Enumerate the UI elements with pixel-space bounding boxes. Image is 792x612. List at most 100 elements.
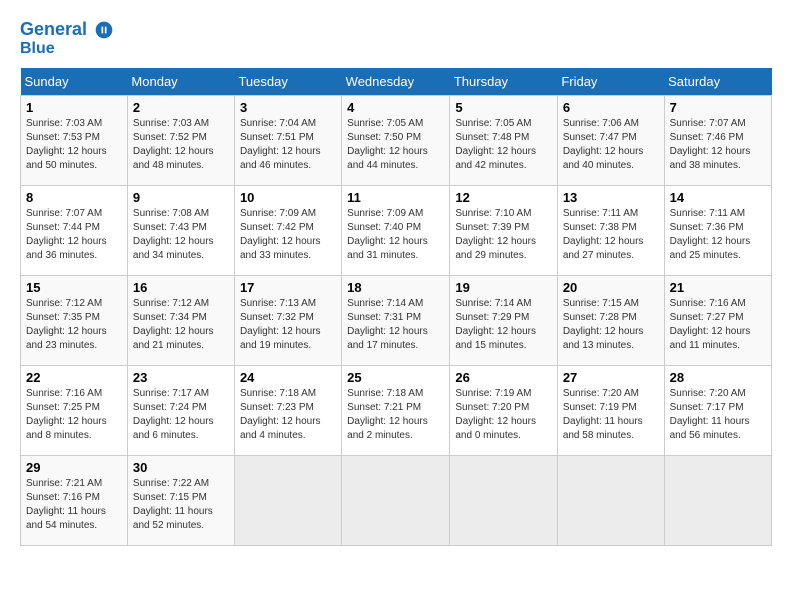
calendar-day-cell: 8 Sunrise: 7:07 AM Sunset: 7:44 PM Dayli… [21, 186, 128, 276]
calendar-day-cell: 15 Sunrise: 7:12 AM Sunset: 7:35 PM Dayl… [21, 276, 128, 366]
day-info: Sunrise: 7:09 AM Sunset: 7:42 PM Dayligh… [240, 207, 336, 263]
day-number: 4 [347, 100, 444, 115]
day-number: 7 [670, 100, 766, 115]
day-info: Sunrise: 7:06 AM Sunset: 7:47 PM Dayligh… [563, 117, 659, 173]
day-number: 15 [26, 280, 122, 295]
day-number: 21 [670, 280, 766, 295]
day-info: Sunrise: 7:14 AM Sunset: 7:31 PM Dayligh… [347, 297, 444, 353]
day-number: 5 [455, 100, 551, 115]
day-number: 1 [26, 100, 122, 115]
day-info: Sunrise: 7:21 AM Sunset: 7:16 PM Dayligh… [26, 477, 122, 533]
day-number: 19 [455, 280, 551, 295]
calendar-day-cell: 25 Sunrise: 7:18 AM Sunset: 7:21 PM Dayl… [342, 366, 450, 456]
calendar-header-row: SundayMondayTuesdayWednesdayThursdayFrid… [21, 68, 772, 96]
calendar-day-cell: 6 Sunrise: 7:06 AM Sunset: 7:47 PM Dayli… [557, 96, 664, 186]
calendar-day-cell: 16 Sunrise: 7:12 AM Sunset: 7:34 PM Dayl… [127, 276, 234, 366]
day-info: Sunrise: 7:16 AM Sunset: 7:25 PM Dayligh… [26, 387, 122, 443]
day-header-wednesday: Wednesday [342, 68, 450, 96]
calendar-day-cell: 17 Sunrise: 7:13 AM Sunset: 7:32 PM Dayl… [234, 276, 341, 366]
day-number: 12 [455, 190, 551, 205]
day-header-sunday: Sunday [21, 68, 128, 96]
day-info: Sunrise: 7:13 AM Sunset: 7:32 PM Dayligh… [240, 297, 336, 353]
day-number: 2 [133, 100, 229, 115]
calendar-day-cell: 4 Sunrise: 7:05 AM Sunset: 7:50 PM Dayli… [342, 96, 450, 186]
calendar-day-cell: 22 Sunrise: 7:16 AM Sunset: 7:25 PM Dayl… [21, 366, 128, 456]
day-number: 25 [347, 370, 444, 385]
day-info: Sunrise: 7:12 AM Sunset: 7:35 PM Dayligh… [26, 297, 122, 353]
day-number: 23 [133, 370, 229, 385]
day-info: Sunrise: 7:11 AM Sunset: 7:38 PM Dayligh… [563, 207, 659, 263]
day-info: Sunrise: 7:20 AM Sunset: 7:19 PM Dayligh… [563, 387, 659, 443]
day-info: Sunrise: 7:05 AM Sunset: 7:48 PM Dayligh… [455, 117, 551, 173]
day-info: Sunrise: 7:18 AM Sunset: 7:21 PM Dayligh… [347, 387, 444, 443]
calendar-week-row: 22 Sunrise: 7:16 AM Sunset: 7:25 PM Dayl… [21, 366, 772, 456]
calendar-day-cell: 18 Sunrise: 7:14 AM Sunset: 7:31 PM Dayl… [342, 276, 450, 366]
day-number: 20 [563, 280, 659, 295]
calendar-day-cell: 19 Sunrise: 7:14 AM Sunset: 7:29 PM Dayl… [450, 276, 557, 366]
day-number: 13 [563, 190, 659, 205]
calendar-day-cell [557, 456, 664, 546]
day-info: Sunrise: 7:03 AM Sunset: 7:53 PM Dayligh… [26, 117, 122, 173]
calendar-table: SundayMondayTuesdayWednesdayThursdayFrid… [20, 68, 772, 546]
day-info: Sunrise: 7:03 AM Sunset: 7:52 PM Dayligh… [133, 117, 229, 173]
day-number: 24 [240, 370, 336, 385]
calendar-day-cell: 20 Sunrise: 7:15 AM Sunset: 7:28 PM Dayl… [557, 276, 664, 366]
day-number: 22 [26, 370, 122, 385]
day-info: Sunrise: 7:17 AM Sunset: 7:24 PM Dayligh… [133, 387, 229, 443]
day-number: 11 [347, 190, 444, 205]
day-number: 30 [133, 460, 229, 475]
calendar-day-cell: 14 Sunrise: 7:11 AM Sunset: 7:36 PM Dayl… [664, 186, 771, 276]
day-header-monday: Monday [127, 68, 234, 96]
day-number: 26 [455, 370, 551, 385]
day-info: Sunrise: 7:22 AM Sunset: 7:15 PM Dayligh… [133, 477, 229, 533]
day-number: 17 [240, 280, 336, 295]
logo-blue-text: Blue [20, 40, 114, 58]
day-number: 3 [240, 100, 336, 115]
day-number: 28 [670, 370, 766, 385]
day-info: Sunrise: 7:16 AM Sunset: 7:27 PM Dayligh… [670, 297, 766, 353]
day-info: Sunrise: 7:12 AM Sunset: 7:34 PM Dayligh… [133, 297, 229, 353]
day-number: 29 [26, 460, 122, 475]
calendar-day-cell: 9 Sunrise: 7:08 AM Sunset: 7:43 PM Dayli… [127, 186, 234, 276]
day-info: Sunrise: 7:19 AM Sunset: 7:20 PM Dayligh… [455, 387, 551, 443]
calendar-day-cell [342, 456, 450, 546]
day-number: 16 [133, 280, 229, 295]
calendar-day-cell [450, 456, 557, 546]
day-number: 18 [347, 280, 444, 295]
day-info: Sunrise: 7:04 AM Sunset: 7:51 PM Dayligh… [240, 117, 336, 173]
calendar-day-cell: 27 Sunrise: 7:20 AM Sunset: 7:19 PM Dayl… [557, 366, 664, 456]
calendar-day-cell: 24 Sunrise: 7:18 AM Sunset: 7:23 PM Dayl… [234, 366, 341, 456]
day-info: Sunrise: 7:05 AM Sunset: 7:50 PM Dayligh… [347, 117, 444, 173]
logo: General Blue [20, 20, 114, 58]
day-info: Sunrise: 7:18 AM Sunset: 7:23 PM Dayligh… [240, 387, 336, 443]
day-info: Sunrise: 7:08 AM Sunset: 7:43 PM Dayligh… [133, 207, 229, 263]
day-info: Sunrise: 7:10 AM Sunset: 7:39 PM Dayligh… [455, 207, 551, 263]
day-number: 6 [563, 100, 659, 115]
calendar-day-cell: 30 Sunrise: 7:22 AM Sunset: 7:15 PM Dayl… [127, 456, 234, 546]
calendar-day-cell: 1 Sunrise: 7:03 AM Sunset: 7:53 PM Dayli… [21, 96, 128, 186]
calendar-day-cell: 26 Sunrise: 7:19 AM Sunset: 7:20 PM Dayl… [450, 366, 557, 456]
calendar-week-row: 29 Sunrise: 7:21 AM Sunset: 7:16 PM Dayl… [21, 456, 772, 546]
calendar-day-cell [234, 456, 341, 546]
calendar-week-row: 1 Sunrise: 7:03 AM Sunset: 7:53 PM Dayli… [21, 96, 772, 186]
day-number: 9 [133, 190, 229, 205]
day-number: 14 [670, 190, 766, 205]
day-number: 27 [563, 370, 659, 385]
calendar-day-cell: 23 Sunrise: 7:17 AM Sunset: 7:24 PM Dayl… [127, 366, 234, 456]
day-info: Sunrise: 7:14 AM Sunset: 7:29 PM Dayligh… [455, 297, 551, 353]
calendar-day-cell: 21 Sunrise: 7:16 AM Sunset: 7:27 PM Dayl… [664, 276, 771, 366]
day-info: Sunrise: 7:20 AM Sunset: 7:17 PM Dayligh… [670, 387, 766, 443]
day-info: Sunrise: 7:11 AM Sunset: 7:36 PM Dayligh… [670, 207, 766, 263]
calendar-week-row: 8 Sunrise: 7:07 AM Sunset: 7:44 PM Dayli… [21, 186, 772, 276]
day-info: Sunrise: 7:15 AM Sunset: 7:28 PM Dayligh… [563, 297, 659, 353]
calendar-day-cell: 2 Sunrise: 7:03 AM Sunset: 7:52 PM Dayli… [127, 96, 234, 186]
day-header-tuesday: Tuesday [234, 68, 341, 96]
header: General Blue [20, 20, 772, 58]
day-info: Sunrise: 7:09 AM Sunset: 7:40 PM Dayligh… [347, 207, 444, 263]
day-header-saturday: Saturday [664, 68, 771, 96]
calendar-day-cell [664, 456, 771, 546]
calendar-day-cell: 29 Sunrise: 7:21 AM Sunset: 7:16 PM Dayl… [21, 456, 128, 546]
day-number: 10 [240, 190, 336, 205]
calendar-day-cell: 28 Sunrise: 7:20 AM Sunset: 7:17 PM Dayl… [664, 366, 771, 456]
day-header-thursday: Thursday [450, 68, 557, 96]
